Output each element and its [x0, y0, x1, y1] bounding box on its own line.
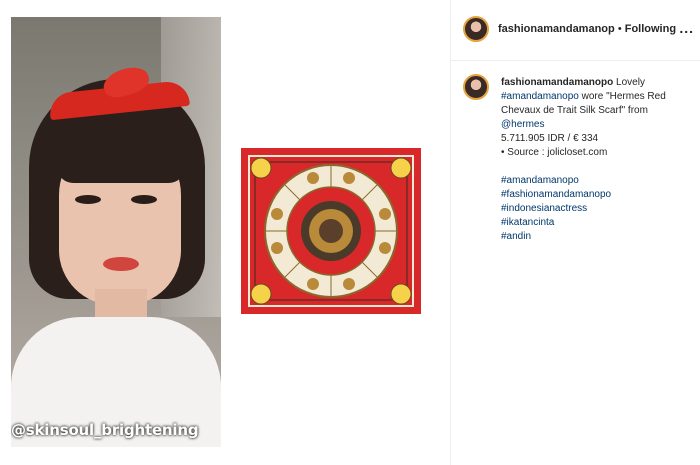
caption-username-link[interactable]: fashionamandamanopo: [501, 77, 613, 88]
caption-avatar[interactable]: [463, 74, 489, 100]
scarf-image[interactable]: [241, 148, 421, 314]
hashtag-link[interactable]: #indonesianactress: [501, 202, 699, 216]
caption-text-2: wore "Hermes Red: [581, 91, 666, 102]
photo-eye-right: [131, 195, 157, 204]
hashtag-link[interactable]: #amandamanopo: [501, 174, 699, 188]
caption-hashtag-link[interactable]: #amandamanopo: [501, 91, 579, 102]
caption-line-1: fashionamandamanopo Lovely: [501, 76, 699, 90]
scarf-illustration: [241, 148, 421, 314]
post-header: fashionamandamanop • Following ...: [451, 0, 700, 61]
hashtag-link[interactable]: #fashionamandamanopo: [501, 188, 699, 202]
author-header-line: fashionamandamanop • Following: [498, 23, 676, 35]
photo-eye-left: [75, 195, 101, 204]
photo-overlay-tag: @skinsoul_brightening: [11, 421, 199, 439]
hashtag-link[interactable]: #andin: [501, 230, 699, 244]
post-photo[interactable]: @skinsoul_brightening: [11, 17, 221, 447]
hashtag-link[interactable]: #ikatancinta: [501, 216, 699, 230]
caption-source: • Source : jolicloset.com: [501, 147, 608, 158]
caption-text-1: Lovely: [616, 77, 645, 88]
photo-lips: [103, 257, 139, 271]
author-avatar[interactable]: [463, 16, 489, 42]
hermes-mention-link[interactable]: @hermes: [501, 118, 699, 132]
author-username-link[interactable]: fashionamandamanop: [498, 23, 615, 35]
following-button[interactable]: Following: [625, 23, 676, 35]
more-options-icon[interactable]: ...: [679, 20, 694, 36]
header-separator: •: [617, 23, 622, 35]
post-sidebar: fashionamandamanop • Following ... fashi…: [451, 0, 700, 465]
caption-line-2: #amandamanopo wore "Hermes Red: [501, 90, 699, 104]
caption-price: 5.711.905 IDR / € 334: [501, 133, 599, 144]
post-media: @skinsoul_brightening: [0, 0, 451, 465]
caption-line-3: Chevaux de Trait Silk Scarf" from: [501, 105, 648, 116]
caption-body: fashionamandamanopo Lovely #amandamanopo…: [501, 76, 699, 244]
